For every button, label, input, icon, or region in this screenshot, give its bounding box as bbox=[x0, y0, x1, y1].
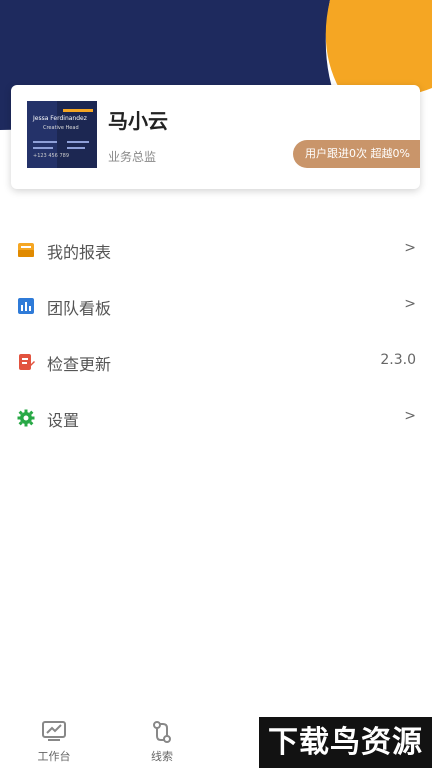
menu-item-my-report[interactable]: 我的报表 > bbox=[0, 222, 432, 278]
menu-item-check-update[interactable]: 检查更新 2.3.0 bbox=[0, 334, 432, 390]
avatar-phone: +123 456 789 bbox=[33, 153, 69, 159]
chevron-right-icon: > bbox=[404, 240, 416, 256]
watermark: 下载鸟资源 bbox=[259, 717, 432, 768]
settings-menu: 我的报表 > 团队看板 > 检查更新 2.3.0 设置 > bbox=[0, 222, 432, 446]
gear-icon bbox=[17, 409, 35, 427]
avatar-title-line: Creative Head bbox=[43, 125, 79, 131]
workbench-icon bbox=[42, 721, 66, 743]
update-icon bbox=[17, 353, 35, 371]
menu-item-label: 团队看板 bbox=[47, 299, 112, 318]
tab-leads[interactable]: 线索 bbox=[127, 714, 197, 768]
follow-up-badge: 用户跟进0次 超越0% bbox=[293, 140, 420, 168]
menu-item-settings[interactable]: 设置 > bbox=[0, 390, 432, 446]
report-icon bbox=[17, 241, 35, 259]
profile-name: 马小云 bbox=[108, 109, 168, 133]
menu-item-label: 检查更新 bbox=[47, 355, 112, 374]
version-value: 2.3.0 bbox=[380, 352, 416, 368]
avatar-name-line: Jessa Ferdinandez bbox=[33, 115, 87, 122]
profile-role: 业务总监 bbox=[108, 150, 157, 164]
tab-workbench[interactable]: 工作台 bbox=[19, 714, 89, 768]
menu-item-label: 设置 bbox=[47, 411, 80, 430]
profile-card[interactable]: Jessa Ferdinandez Creative Head +123 456… bbox=[11, 85, 420, 189]
tab-label: 工作台 bbox=[37, 750, 71, 763]
tab-label: 线索 bbox=[151, 750, 173, 763]
team-board-icon bbox=[17, 297, 35, 315]
avatar: Jessa Ferdinandez Creative Head +123 456… bbox=[27, 101, 97, 168]
menu-item-team-board[interactable]: 团队看板 > bbox=[0, 278, 432, 334]
chevron-right-icon: > bbox=[404, 296, 416, 312]
menu-item-label: 我的报表 bbox=[47, 243, 112, 262]
chevron-right-icon: > bbox=[404, 408, 416, 424]
leads-icon bbox=[150, 721, 174, 743]
